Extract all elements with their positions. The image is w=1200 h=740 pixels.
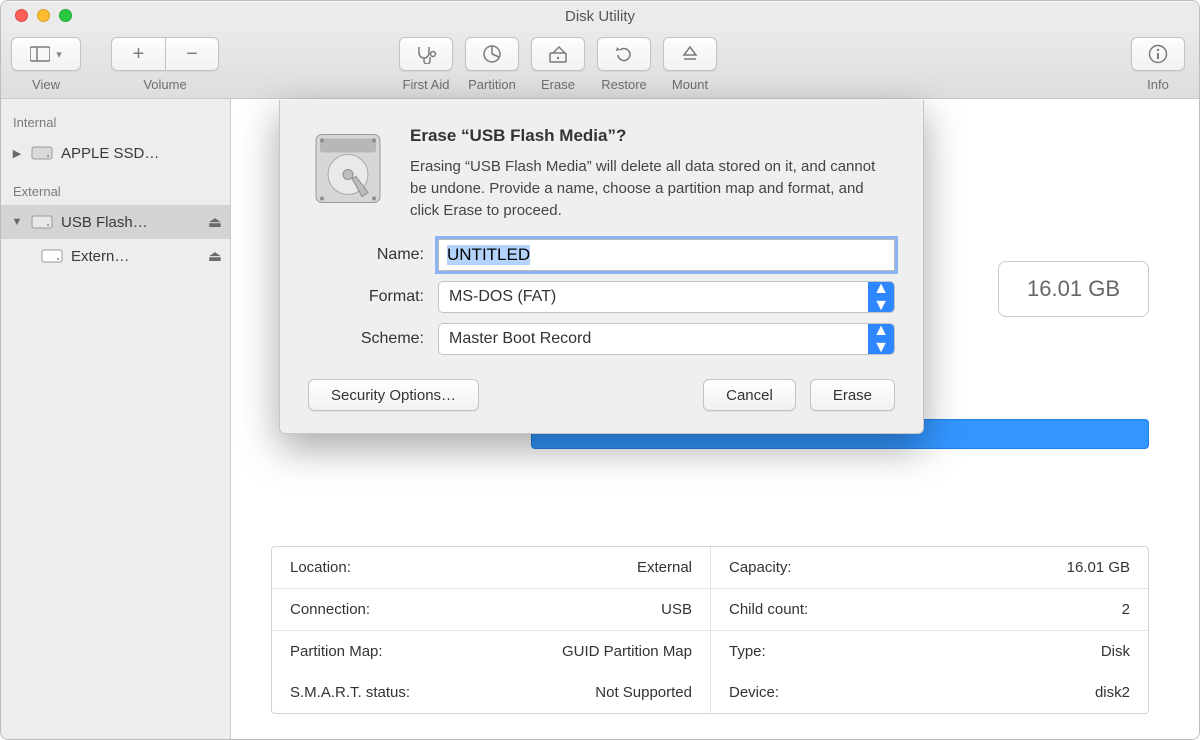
restore-label: Restore [601,77,647,92]
sidebar-item-external-volume[interactable]: Extern… ⏏ [1,239,230,273]
detail-value: disk2 [1095,684,1130,701]
minus-icon: − [186,43,198,66]
security-options-button[interactable]: Security Options… [308,379,479,411]
detail-label: S.M.A.R.T. status: [290,684,410,701]
detail-row: S.M.A.R.T. status: Not Supported [272,672,710,713]
close-window-button[interactable] [15,9,28,22]
view-label: View [32,77,60,92]
detail-row: Partition Map: GUID Partition Map [272,631,710,672]
cancel-button[interactable]: Cancel [703,379,796,411]
first-aid-button[interactable] [399,37,453,71]
scheme-label: Scheme: [308,330,438,348]
detail-label: Child count: [729,601,808,618]
hard-drive-icon [308,126,388,211]
select-arrows-icon: ▲▼ [868,324,894,354]
detail-label: Partition Map: [290,643,383,660]
name-input[interactable] [438,239,895,271]
details-table: Location: External Connection: USB Partiti… [271,546,1149,714]
detail-value: External [637,559,692,576]
first-aid-label: First Aid [403,77,450,92]
window-title: Disk Utility [565,8,635,25]
detail-row: Location: External [272,547,710,589]
mount-button[interactable] [663,37,717,71]
restore-icon [613,43,635,65]
mount-label: Mount [672,77,708,92]
eject-icon[interactable]: ⏏ [208,247,222,265]
disk-utility-window: Disk Utility ▾ View + − Volume First Aid [0,0,1200,740]
disclosure-triangle-icon[interactable]: ▶ [11,147,23,160]
zoom-window-button[interactable] [59,9,72,22]
select-arrows-icon: ▲▼ [868,282,894,312]
detail-value: 2 [1122,601,1130,618]
stethoscope-icon [415,44,437,64]
dialog-title: Erase “USB Flash Media”? [410,126,895,146]
detail-label: Device: [729,684,779,701]
detail-row: Device: disk2 [711,672,1148,713]
sidebar-item-label: APPLE SSD… [61,145,222,162]
partition-label: Partition [468,77,516,92]
sidebar-item-apple-ssd[interactable]: ▶ APPLE SSD… [1,136,230,170]
detail-value: 16.01 GB [1067,559,1130,576]
minimize-window-button[interactable] [37,9,50,22]
detail-value: Disk [1101,643,1130,660]
info-label: Info [1147,77,1169,92]
sidebar-header-internal: Internal [1,111,230,136]
disclosure-triangle-icon[interactable]: ▼ [11,216,23,228]
external-drive-icon [31,213,53,231]
volume-icon [41,247,63,265]
pie-icon [481,43,503,65]
scheme-select[interactable]: Master Boot Record ▲▼ [438,323,895,355]
detail-row: Connection: USB [272,589,710,631]
detail-row: Child count: 2 [711,589,1148,631]
detail-value: GUID Partition Map [562,643,692,660]
format-select-value: MS-DOS (FAT) [439,288,868,306]
sidebar-icon [30,46,50,62]
sidebar-item-label: USB Flash… [61,214,200,231]
erase-confirm-button[interactable]: Erase [810,379,895,411]
capacity-badge: 16.01 GB [998,261,1149,317]
plus-icon: + [133,43,145,66]
info-icon [1147,43,1169,65]
detail-value: USB [661,601,692,618]
view-button[interactable]: ▾ [11,37,81,71]
name-label: Name: [308,246,438,264]
titlebar: Disk Utility [1,1,1199,31]
erase-dialog: Erase “USB Flash Media”? Erasing “USB Fl… [279,100,924,434]
restore-button[interactable] [597,37,651,71]
detail-label: Type: [729,643,766,660]
mount-icon [681,44,699,64]
chevron-down-icon: ▾ [56,48,62,61]
format-label: Format: [308,288,438,306]
info-button[interactable] [1131,37,1185,71]
internal-drive-icon [31,144,53,162]
detail-label: Connection: [290,601,370,618]
detail-row: Type: Disk [711,631,1148,672]
dialog-description: Erasing “USB Flash Media” will delete al… [410,156,895,221]
detail-label: Location: [290,559,351,576]
eject-icon[interactable]: ⏏ [208,213,222,231]
volume-remove-button[interactable]: − [165,37,219,71]
erase-form: Name: Format: MS-DOS (FAT) ▲▼ Scheme: Ma… [308,239,895,355]
sidebar: Internal ▶ APPLE SSD… External ▼ USB Fla… [1,99,231,739]
erase-label: Erase [541,77,575,92]
scheme-select-value: Master Boot Record [439,330,868,348]
detail-label: Capacity: [729,559,792,576]
sidebar-header-external: External [1,180,230,205]
detail-value: Not Supported [595,684,692,701]
sidebar-item-usb-flash[interactable]: ▼ USB Flash… ⏏ [1,205,230,239]
volume-label: Volume [143,77,186,92]
erase-button[interactable] [531,37,585,71]
traffic-lights [15,9,72,22]
detail-row: Capacity: 16.01 GB [711,547,1148,589]
format-select[interactable]: MS-DOS (FAT) ▲▼ [438,281,895,313]
partition-button[interactable] [465,37,519,71]
erase-icon [547,44,569,64]
volume-add-button[interactable]: + [111,37,165,71]
toolbar: ▾ View + − Volume First Aid Partiti [1,31,1199,99]
sidebar-item-label: Extern… [71,248,200,265]
